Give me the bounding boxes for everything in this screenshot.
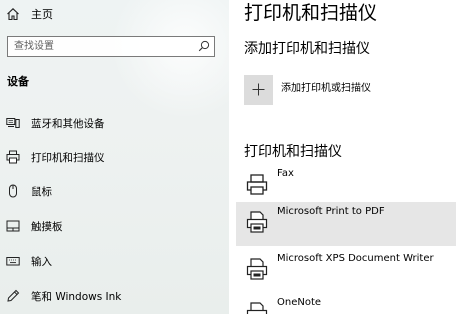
add-printers-heading: 添加打印机和扫描仪 [244, 41, 370, 57]
printer-icon [246, 211, 268, 233]
touchpad-icon [6, 220, 20, 232]
sidebar-item-typing[interactable]: 输入 [0, 247, 229, 275]
bluetooth-devices-icon [6, 118, 20, 128]
printer-name: Microsoft Print to PDF [277, 206, 385, 217]
printer-item-xps-writer[interactable]: Microsoft XPS Document Writer [236, 249, 456, 293]
add-printer-label: 添加打印机或扫描仪 [281, 83, 371, 94]
printers-list-heading: 打印机和扫描仪 [244, 144, 342, 160]
printer-icon [246, 302, 268, 314]
home-label: 主页 [31, 8, 53, 21]
sidebar-item-printers[interactable]: 打印机和扫描仪 [0, 143, 229, 171]
printer-icon [6, 150, 20, 164]
printer-name: Fax [277, 168, 294, 179]
fax-icon [246, 174, 268, 195]
keyboard-icon [6, 257, 20, 266]
sidebar-item-label: 笔和 Windows Ink [31, 291, 122, 303]
sidebar-item-bluetooth[interactable]: 蓝牙和其他设备 [0, 109, 229, 137]
main-content: 打印机和扫描仪 添加打印机和扫描仪 添加打印机或扫描仪 打印机和扫描仪 Fax … [229, 0, 456, 314]
printer-item-onenote[interactable]: OneNote [236, 293, 456, 314]
home-link[interactable]: 主页 [0, 3, 229, 25]
page-title: 打印机和扫描仪 [244, 2, 378, 24]
section-title-devices: 设备 [7, 75, 29, 88]
sidebar-item-mouse[interactable]: 鼠标 [0, 177, 229, 205]
sidebar-item-label: 打印机和扫描仪 [31, 152, 105, 164]
printer-item-print-to-pdf[interactable]: Microsoft Print to PDF [236, 202, 456, 246]
add-button-tile[interactable] [244, 75, 273, 105]
pen-icon [7, 289, 20, 302]
sidebar-item-touchpad[interactable]: 触摸板 [0, 212, 229, 240]
home-icon [7, 8, 19, 21]
sidebar: 主页 设备 蓝牙和其他设备 打印机和扫描仪 鼠标 [0, 0, 229, 314]
printer-name: Microsoft XPS Document Writer [277, 253, 434, 264]
search-box[interactable] [7, 36, 215, 57]
mouse-icon [9, 184, 17, 198]
sidebar-item-label: 蓝牙和其他设备 [31, 118, 105, 130]
sidebar-item-label: 输入 [31, 256, 52, 268]
add-printer-button[interactable]: 添加打印机或扫描仪 [244, 75, 444, 107]
printer-icon [246, 258, 268, 280]
sidebar-item-pen[interactable]: 笔和 Windows Ink [0, 282, 229, 310]
printer-name: OneNote [277, 297, 322, 308]
sidebar-item-label: 触摸板 [31, 221, 63, 233]
sidebar-item-label: 鼠标 [31, 186, 52, 198]
search-input[interactable] [8, 37, 194, 56]
plus-icon [252, 83, 265, 96]
search-icon[interactable] [198, 40, 210, 52]
